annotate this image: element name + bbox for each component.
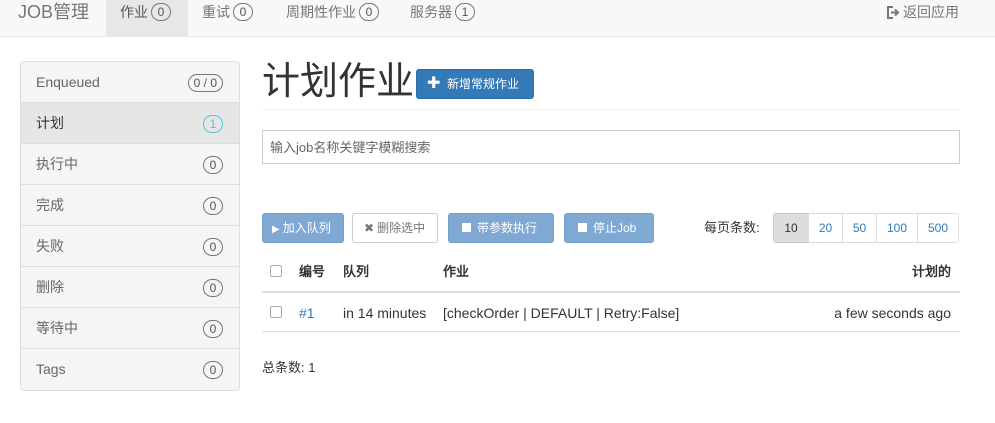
delete-selected-button[interactable]: ✖ 删除选中: [352, 213, 438, 243]
count-badge: 1: [455, 3, 475, 21]
stop-square-icon: [462, 223, 471, 232]
per-page-label: 每页条数:: [704, 220, 760, 235]
sidebar-item-label: 执行中: [36, 156, 78, 172]
count-badge: 0: [203, 320, 223, 338]
sidebar-item-processing[interactable]: 执行中 0: [21, 144, 239, 185]
count-badge: 0: [359, 3, 379, 21]
job-id-link[interactable]: #1: [299, 293, 315, 333]
enqueue-label: 加入队列: [282, 221, 331, 235]
sidebar-item-deleted[interactable]: 删除 0: [21, 267, 239, 308]
per-page-option[interactable]: 100: [876, 213, 918, 243]
add-job-label: 新增常规作业: [447, 77, 520, 91]
nav-item-label: 重试: [202, 4, 230, 20]
sidebar-item-enqueued[interactable]: Enqueued 0 / 0: [21, 62, 239, 103]
jobs-table: 编号 队列 作业 计划的 #1 in 14 minutes [checkOrde…: [262, 252, 960, 332]
nav-item-retries[interactable]: 重试 0: [188, 0, 267, 37]
close-icon: ✖: [364, 221, 375, 235]
count-badge: 0: [203, 156, 223, 174]
nav-item-label: 服务器: [410, 4, 452, 20]
row-checkbox[interactable]: [270, 306, 282, 318]
sign-out-icon: [887, 6, 900, 19]
top-navbar: JOB管理 作业 0 重试 0 周期性作业 0 服务器 1 返回应用: [0, 0, 995, 37]
sidebar-item-label: 等待中: [36, 320, 78, 336]
sidebar-item-label: 完成: [36, 197, 64, 213]
count-badge: 0 / 0: [187, 74, 223, 92]
search-input[interactable]: [262, 130, 960, 164]
sidebar-item-label: 失败: [36, 238, 64, 254]
count-badge: 0: [203, 279, 223, 297]
stop-label: 停止Job: [593, 221, 637, 235]
nav-item-servers[interactable]: 服务器 1: [396, 0, 489, 37]
sidebar-item-label: 计划: [36, 115, 64, 131]
per-page-option[interactable]: 50: [842, 213, 877, 243]
status-sidebar: Enqueued 0 / 0 计划 1 执行中 0 完成 0 失败 0 删除 0…: [20, 61, 240, 391]
stop-job-button[interactable]: 停止Job: [564, 213, 654, 243]
sidebar-item-label: 删除: [36, 279, 64, 295]
per-page-option[interactable]: 20: [808, 213, 843, 243]
per-page-selector: 10 20 50 100 500: [773, 213, 959, 243]
sidebar-item-label: Enqueued: [36, 74, 100, 90]
total-count: 总条数: 1: [262, 360, 316, 375]
queue-cell: in 14 minutes: [343, 305, 427, 321]
sidebar-item-succeeded[interactable]: 完成 0: [21, 185, 239, 226]
plus-icon: ✚: [427, 75, 441, 92]
back-to-app-link[interactable]: 返回应用: [886, 0, 959, 37]
nav-item-recurring[interactable]: 周期性作业 0: [272, 0, 393, 37]
nav-item-label: 作业: [120, 4, 148, 20]
count-badge: 0: [151, 3, 171, 21]
page-title: 计划作业: [262, 61, 415, 103]
scheduled-cell: a few seconds ago: [834, 305, 951, 321]
count-badge: 0: [203, 361, 223, 379]
column-header-queue: 队列: [343, 264, 370, 279]
sidebar-item-tags[interactable]: Tags 0: [21, 349, 239, 390]
column-header-job: 作业: [443, 264, 470, 279]
job-cell: [checkOrder | DEFAULT | Retry:False]: [443, 305, 680, 321]
per-page-option[interactable]: 500: [917, 213, 959, 243]
add-job-button[interactable]: ✚ 新增常规作业: [416, 69, 534, 99]
divider: [262, 109, 960, 110]
brand-title[interactable]: JOB管理: [18, 0, 89, 37]
delete-label: 删除选中: [377, 221, 426, 235]
table-header: 编号 队列 作业 计划的: [262, 252, 960, 293]
count-badge: 0: [233, 3, 253, 21]
count-badge: 0: [203, 197, 223, 215]
nav-item-label: 周期性作业: [286, 4, 356, 20]
sidebar-item-label: Tags: [36, 361, 66, 377]
table-row: #1 in 14 minutes [checkOrder | DEFAULT |…: [262, 293, 960, 332]
column-header-id: 编号: [299, 264, 326, 279]
count-badge: 1: [203, 115, 223, 133]
per-page-option[interactable]: 10: [773, 213, 809, 243]
stop-square-icon: [578, 223, 587, 232]
sidebar-item-failed[interactable]: 失败 0: [21, 226, 239, 267]
play-icon: ▶: [272, 224, 280, 235]
sidebar-item-scheduled[interactable]: 计划 1: [21, 103, 239, 144]
back-link-label: 返回应用: [903, 4, 959, 20]
sidebar-item-awaiting[interactable]: 等待中 0: [21, 308, 239, 349]
run-params-label: 带参数执行: [477, 221, 538, 235]
enqueue-button[interactable]: ▶ 加入队列: [262, 213, 344, 243]
count-badge: 0: [203, 238, 223, 256]
column-header-scheduled: 计划的: [911, 264, 951, 279]
run-with-params-button[interactable]: 带参数执行: [448, 213, 554, 243]
select-all-checkbox[interactable]: [270, 265, 282, 277]
nav-item-jobs[interactable]: 作业 0: [106, 0, 188, 37]
